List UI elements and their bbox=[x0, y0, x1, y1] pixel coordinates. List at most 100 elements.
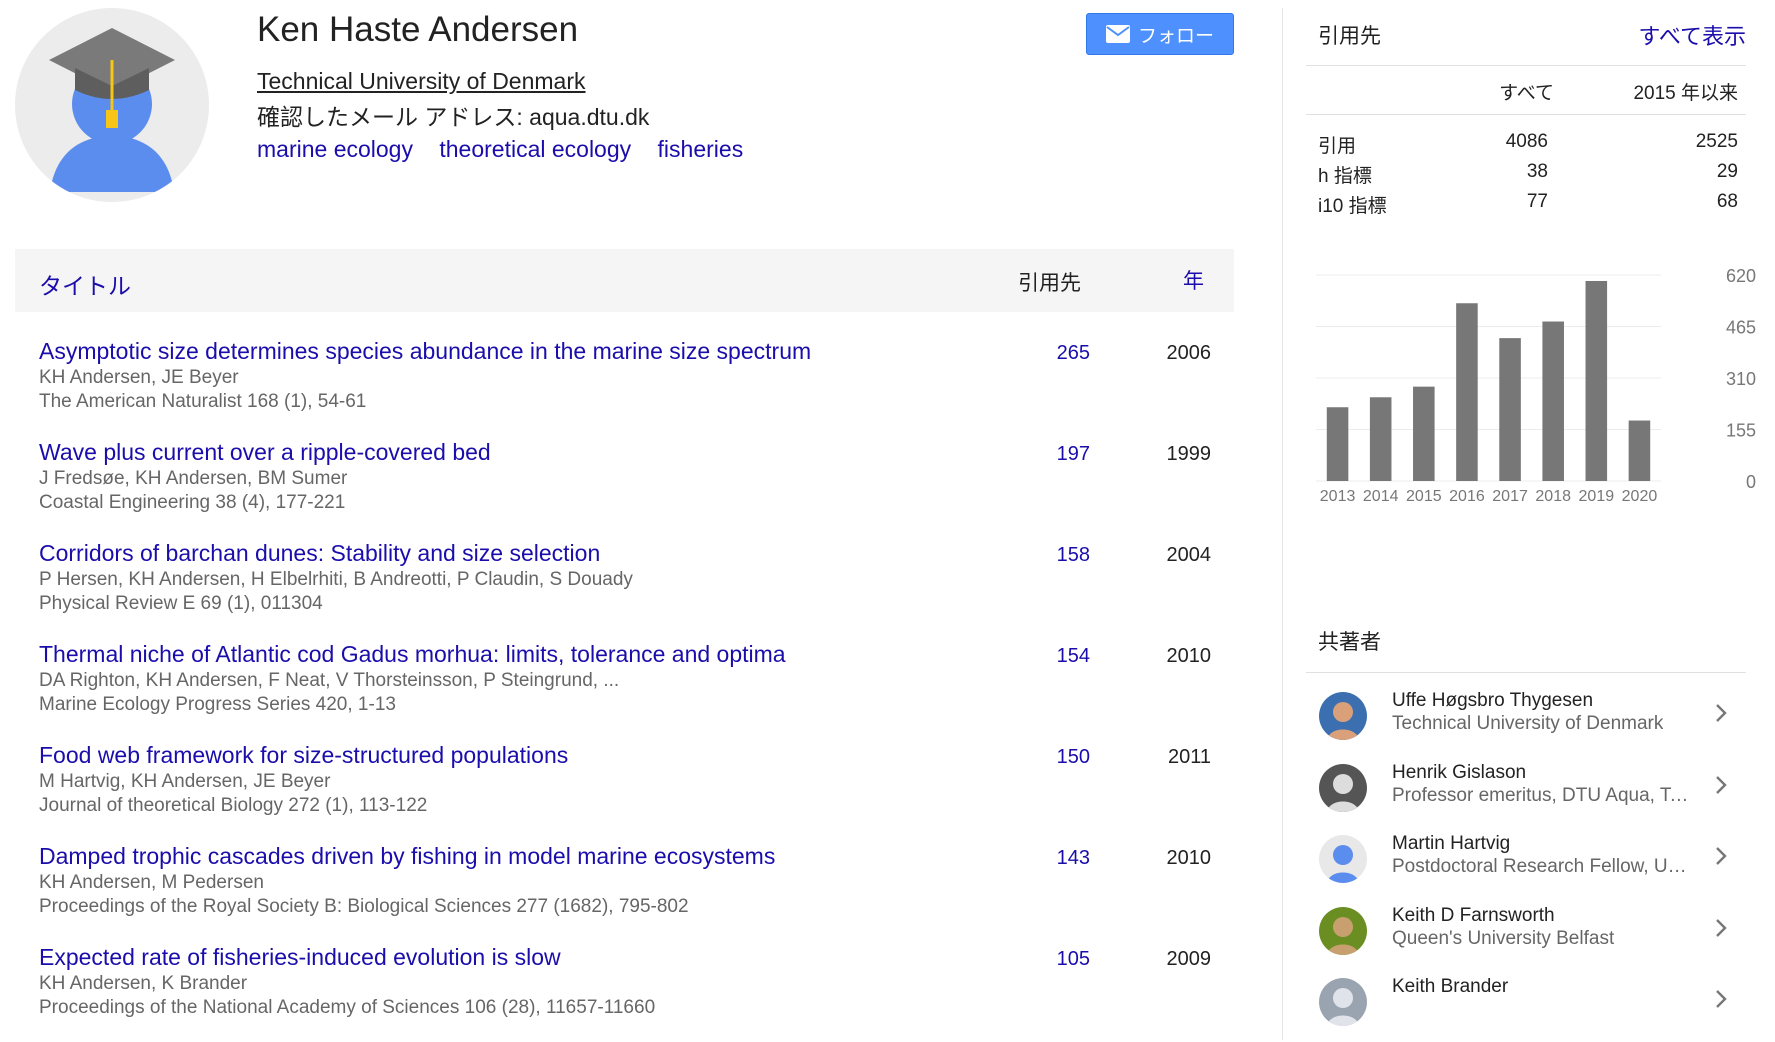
chart-x-tick-label: 2020 bbox=[1622, 488, 1658, 505]
chart-bar[interactable] bbox=[1413, 386, 1435, 481]
chart-y-tick-label: 465 bbox=[1726, 318, 1756, 338]
table-row: Damped trophic cascades driven by fishin… bbox=[15, 843, 1234, 939]
chart-bar[interactable] bbox=[1628, 420, 1651, 481]
chart-x-tick-label: 2015 bbox=[1406, 488, 1442, 505]
stats-value-all: 38 bbox=[1526, 161, 1548, 182]
chart-x-tick-label: 2017 bbox=[1492, 488, 1528, 505]
article-authors: M Hartvig, KH Andersen, JE Beyer bbox=[39, 771, 331, 792]
stats-label: i10 指標 bbox=[1318, 196, 1387, 217]
stats-row: i10 指標 77 68 bbox=[1318, 191, 1746, 221]
profile-affiliation-link[interactable]: Technical University of Denmark bbox=[257, 68, 586, 95]
article-venue: Journal of theoretical Biology 272 (1), … bbox=[39, 795, 428, 816]
coauthor-affiliation: Queen's University Belfast bbox=[1392, 927, 1615, 949]
sort-by-title[interactable]: タイトル bbox=[39, 267, 131, 301]
article-year: 2010 bbox=[1166, 847, 1212, 869]
coauthor-item[interactable]: Henrik Gislason Professor emeritus, DTU A… bbox=[1306, 762, 1746, 828]
chart-x-tick-label: 2013 bbox=[1320, 488, 1356, 505]
coauthor-avatar bbox=[1319, 906, 1367, 955]
article-title-link[interactable]: Corridors of barchan dunes: Stability an… bbox=[39, 540, 600, 567]
stats-row: 引用 4086 2525 bbox=[1318, 131, 1746, 161]
coauthor-item[interactable]: Keith D Farnsworth Queen's University Bel… bbox=[1306, 905, 1746, 971]
profile-email: 確認したメール アドレス: aqua.dtu.dk bbox=[257, 104, 650, 130]
sort-by-year[interactable]: 年 bbox=[1183, 265, 1204, 295]
interest-link[interactable]: fisheries bbox=[658, 136, 744, 162]
article-title-link[interactable]: Food web framework for size-structured p… bbox=[39, 742, 568, 769]
table-row: Thermal niche of Atlantic cod Gadus morh… bbox=[15, 641, 1234, 737]
article-title-link[interactable]: Asymptotic size determines species abund… bbox=[39, 338, 811, 365]
article-authors: P Hersen, KH Andersen, H Elbelrhiti, B A… bbox=[39, 569, 633, 590]
stats-row: h 指標 38 29 bbox=[1318, 161, 1746, 191]
article-authors: KH Andersen, JE Beyer bbox=[39, 367, 239, 388]
article-cited-by-link[interactable]: 158 bbox=[1057, 544, 1090, 567]
view-all-link[interactable]: すべて表示 bbox=[1638, 19, 1746, 51]
coauthor-avatar bbox=[1319, 835, 1367, 883]
article-venue: Physical Review E 69 (1), 011304 bbox=[39, 593, 323, 614]
coauthor-name: Keith D Farnsworth bbox=[1392, 904, 1555, 926]
profile-avatar bbox=[15, 8, 209, 202]
column-cited-by: 引用先 bbox=[1018, 272, 1081, 295]
article-year: 2009 bbox=[1166, 948, 1212, 970]
article-cited-by-link[interactable]: 105 bbox=[1057, 948, 1090, 971]
table-row: Food web framework for size-structured p… bbox=[15, 742, 1234, 838]
divider bbox=[1306, 672, 1746, 673]
article-cited-by-link[interactable]: 265 bbox=[1057, 342, 1090, 365]
coauthor-item[interactable]: Keith Brander bbox=[1306, 976, 1746, 1042]
article-cited-by-link[interactable]: 150 bbox=[1057, 746, 1090, 769]
article-title-link[interactable]: Damped trophic cascades driven by fishin… bbox=[39, 843, 775, 870]
coauthor-item[interactable]: Martin Hartvig Postdoctoral Research Fell… bbox=[1306, 833, 1746, 899]
table-row: Wave plus current over a ripple-covered … bbox=[15, 439, 1234, 535]
coauthor-affiliation: Postdoctoral Research Fellow, University… bbox=[1392, 856, 1697, 877]
chart-x-tick-label: 2014 bbox=[1363, 488, 1399, 505]
chart-y-tick-label: 0 bbox=[1746, 472, 1756, 492]
article-cited-by-link[interactable]: 154 bbox=[1057, 645, 1090, 668]
profile-interests: marine ecology theoretical ecology fishe… bbox=[257, 136, 763, 163]
article-title-link[interactable]: Wave plus current over a ripple-covered … bbox=[39, 439, 491, 466]
stats-col-since: 2015 年以来 bbox=[1633, 83, 1738, 104]
article-title-link[interactable]: Thermal niche of Atlantic cod Gadus morh… bbox=[39, 641, 786, 668]
chart-bar[interactable] bbox=[1456, 303, 1478, 481]
chart-bar[interactable] bbox=[1585, 280, 1608, 481]
cited-by-title: 引用先 bbox=[1318, 25, 1381, 48]
chevron-right-icon bbox=[1716, 847, 1727, 865]
citations-per-year-chart: 620 465 310 155 0 2013 2014 2015 2016 2017 2018 201… bbox=[1316, 266, 1756, 505]
chevron-right-icon bbox=[1716, 918, 1727, 937]
divider bbox=[1306, 65, 1746, 66]
table-row: Asymptotic size determines species abund… bbox=[15, 338, 1234, 434]
article-authors: DA Righton, KH Andersen, F Neat, V Thors… bbox=[39, 670, 620, 691]
chart-bar[interactable] bbox=[1499, 338, 1521, 481]
chart-bar[interactable] bbox=[1542, 321, 1564, 481]
coauthor-avatar bbox=[1319, 978, 1367, 1026]
interest-link[interactable]: marine ecology bbox=[257, 136, 413, 162]
article-authors: J Fredsøe, KH Andersen, BM Sumer bbox=[39, 468, 348, 489]
chart-bar[interactable] bbox=[1369, 397, 1392, 481]
coauthor-affiliation: Technical University of Denmark bbox=[1392, 713, 1664, 734]
article-venue: Proceedings of the Royal Society B: Biol… bbox=[39, 896, 689, 917]
coauthor-avatar bbox=[1319, 692, 1367, 740]
coauthor-name: Martin Hartvig bbox=[1392, 833, 1511, 854]
follow-button[interactable]: フォロー bbox=[1086, 13, 1234, 55]
coauthor-avatar bbox=[1319, 763, 1367, 812]
coauthor-name: Uffe Høgsbro Thygesen bbox=[1392, 690, 1594, 711]
article-venue: Marine Ecology Progress Series 420, 1-13 bbox=[39, 694, 396, 715]
interest-link[interactable]: theoretical ecology bbox=[439, 136, 631, 162]
coauthors-title: 共著者 bbox=[1318, 631, 1381, 654]
default-scholar-avatar-icon bbox=[15, 8, 209, 202]
follow-button-label: フォロー bbox=[1137, 25, 1214, 47]
chart-bar[interactable] bbox=[1326, 407, 1349, 481]
article-cited-by-link[interactable]: 143 bbox=[1057, 847, 1090, 870]
article-authors: KH Andersen, K Brander bbox=[39, 973, 248, 994]
stats-value-since: 68 bbox=[1716, 191, 1738, 212]
article-cited-by-link[interactable]: 197 bbox=[1057, 443, 1090, 466]
envelope-icon bbox=[1105, 25, 1130, 43]
article-year: 2011 bbox=[1167, 746, 1211, 768]
coauthor-item[interactable]: Uffe Høgsbro Thygesen Technical Universit… bbox=[1306, 690, 1746, 756]
chevron-right-icon bbox=[1716, 704, 1727, 722]
profile-name: Ken Haste Andersen bbox=[257, 10, 579, 49]
chevron-right-icon bbox=[1716, 775, 1727, 794]
article-year: 2004 bbox=[1166, 544, 1212, 566]
article-year: 2006 bbox=[1166, 342, 1212, 364]
article-title-link[interactable]: Expected rate of fisheries-induced evolu… bbox=[39, 944, 561, 971]
table-row: Expected rate of fisheries-induced evolu… bbox=[15, 944, 1234, 1040]
article-authors: KH Andersen, M Pedersen bbox=[39, 872, 264, 893]
divider bbox=[1306, 114, 1746, 115]
